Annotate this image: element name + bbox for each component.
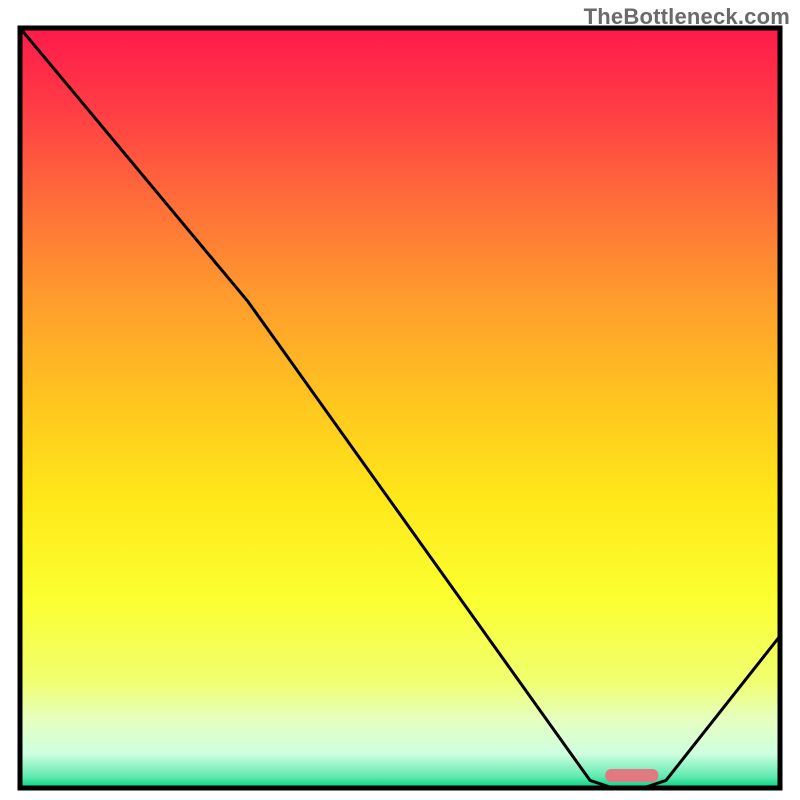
bottleneck-chart [0, 0, 800, 800]
optimal-marker [605, 769, 658, 782]
chart-container: { "watermark": "TheBottleneck.com", "cha… [0, 0, 800, 800]
plot-background [20, 28, 780, 788]
watermark-text: TheBottleneck.com [584, 4, 790, 30]
